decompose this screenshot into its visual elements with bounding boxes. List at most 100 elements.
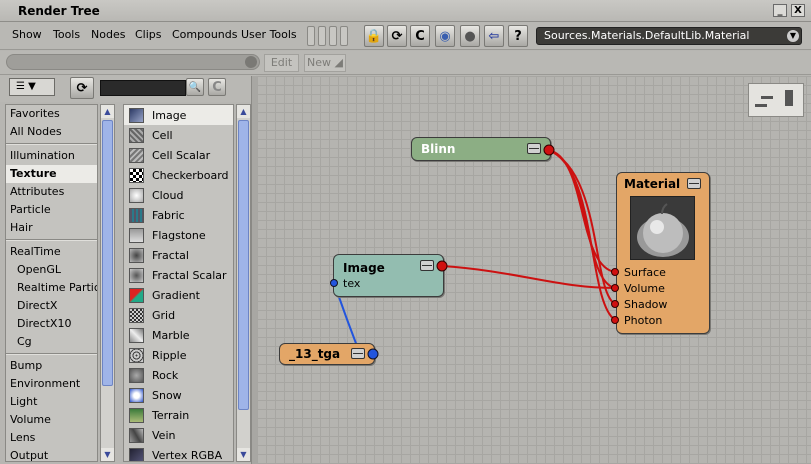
category-scrollbar[interactable]: ▲ ▼ xyxy=(100,104,115,462)
list-item[interactable]: Fractal xyxy=(124,245,233,265)
list-item[interactable]: Fractal Scalar xyxy=(124,265,233,285)
navigation-overview[interactable] xyxy=(748,83,804,117)
clear-icon[interactable]: C xyxy=(208,78,226,96)
category-light[interactable]: Light xyxy=(6,393,97,411)
category-volume[interactable]: Volume xyxy=(6,411,97,429)
search-input[interactable] xyxy=(100,80,186,96)
category-texture[interactable]: Texture xyxy=(6,165,97,183)
list-item[interactable]: Gradient xyxy=(124,285,233,305)
menu-clips[interactable]: Clips xyxy=(135,28,162,41)
category-environment[interactable]: Environment xyxy=(6,375,97,393)
list-item[interactable]: Terrain xyxy=(124,405,233,425)
edit-button[interactable]: Edit xyxy=(264,54,299,72)
view-mode-dropdown[interactable]: ☰ ▼ xyxy=(9,78,55,96)
port-volume[interactable]: Volume xyxy=(624,282,665,295)
category-output[interactable]: Output xyxy=(6,447,97,461)
image-node[interactable]: Image tex xyxy=(333,254,444,297)
category-directx10[interactable]: DirectX10 xyxy=(6,315,97,333)
menu-compounds[interactable]: Compounds xyxy=(172,28,238,41)
node-options-icon[interactable] xyxy=(687,178,701,189)
scroll-down-icon[interactable]: ▼ xyxy=(101,448,114,461)
refresh-icon[interactable]: ⟳ xyxy=(387,25,407,47)
sphere-icon[interactable]: ● xyxy=(460,25,480,47)
list-item[interactable]: Rock xyxy=(124,365,233,385)
list-item[interactable]: Flagstone xyxy=(124,225,233,245)
port-shadow[interactable]: Shadow xyxy=(624,298,667,311)
search-icon[interactable]: 🔍 xyxy=(186,78,204,96)
port-photon[interactable]: Photon xyxy=(624,314,662,327)
connection-blinn-photon[interactable] xyxy=(547,149,616,321)
close-button[interactable]: X xyxy=(791,4,805,17)
clip-output-port[interactable] xyxy=(367,348,379,360)
back-arrow-icon[interactable]: ⇦ xyxy=(484,25,504,47)
chevron-down-icon[interactable] xyxy=(245,56,257,68)
image-output-port[interactable] xyxy=(436,260,448,272)
list-item[interactable]: Cell Scalar xyxy=(124,145,233,165)
menu-user-tools[interactable]: User Tools xyxy=(241,28,297,41)
minimize-button[interactable]: _ xyxy=(773,4,787,17)
help-icon[interactable]: ? xyxy=(508,25,528,47)
new-button[interactable]: New ◢ xyxy=(304,54,346,72)
category-illumination[interactable]: Illumination xyxy=(6,147,97,165)
node-list: Image Cell Cell Scalar Checkerboard Clou… xyxy=(123,104,234,462)
node-selector[interactable] xyxy=(6,54,260,70)
list-item[interactable]: Vein xyxy=(124,425,233,445)
node-options-icon[interactable] xyxy=(351,348,365,359)
menu-nodes[interactable]: Nodes xyxy=(91,28,125,41)
list-item[interactable]: Vertex RGBA xyxy=(124,445,233,461)
path-selector[interactable]: Sources.Materials.DefaultLib.Material ▼ xyxy=(536,27,802,45)
list-item[interactable]: Marble xyxy=(124,325,233,345)
list-item[interactable]: Checkerboard xyxy=(124,165,233,185)
category-hair[interactable]: Hair xyxy=(6,219,97,237)
category-all-nodes[interactable]: All Nodes xyxy=(6,123,97,141)
connection-image-volume[interactable] xyxy=(441,265,616,289)
scroll-up-icon[interactable]: ▲ xyxy=(237,105,250,118)
render-tree-canvas[interactable]: Blinn Image tex _13_tga Material Surface… xyxy=(257,76,811,464)
list-item[interactable]: Snow xyxy=(124,385,233,405)
port-tex[interactable]: tex xyxy=(343,277,360,290)
list-item[interactable]: Image xyxy=(124,105,233,125)
category-favorites[interactable]: Favorites xyxy=(6,105,97,123)
category-directx[interactable]: DirectX xyxy=(6,297,97,315)
node-title: Material xyxy=(624,177,681,191)
category-lens[interactable]: Lens xyxy=(6,429,97,447)
image-icon xyxy=(129,107,144,123)
list-item[interactable]: Cloud xyxy=(124,185,233,205)
category-realtime-particle[interactable]: Realtime Particle xyxy=(6,279,97,297)
chevron-down-icon[interactable]: ▼ xyxy=(787,30,799,42)
list-item[interactable]: Ripple xyxy=(124,345,233,365)
grid-icon xyxy=(129,307,144,323)
c-icon[interactable]: C xyxy=(410,25,430,47)
scroll-up-icon[interactable]: ▲ xyxy=(101,105,114,118)
node-options-icon[interactable] xyxy=(420,260,434,271)
blinn-node[interactable]: Blinn xyxy=(411,137,551,161)
category-particle[interactable]: Particle xyxy=(6,201,97,219)
category-cg[interactable]: Cg xyxy=(6,333,97,351)
node-options-icon[interactable] xyxy=(527,143,541,154)
connection-blinn-surface[interactable] xyxy=(547,149,616,273)
node-scrollbar[interactable]: ▲ ▼ xyxy=(236,104,251,462)
list-item[interactable]: Grid xyxy=(124,305,233,325)
category-realtime[interactable]: RealTime xyxy=(6,243,97,261)
image-tex-input-port[interactable] xyxy=(329,278,339,288)
toolbar-grip[interactable] xyxy=(307,26,355,46)
menu-show[interactable]: Show xyxy=(12,28,42,41)
node-title: Image xyxy=(343,261,385,275)
blinn-output-port[interactable] xyxy=(543,144,555,156)
list-item[interactable]: Cell xyxy=(124,125,233,145)
fractal-icon xyxy=(129,247,144,263)
scroll-down-icon[interactable]: ▼ xyxy=(237,448,250,461)
category-attributes[interactable]: Attributes xyxy=(6,183,97,201)
lock-icon[interactable]: 🔒 xyxy=(364,25,384,47)
menu-tools[interactable]: Tools xyxy=(53,28,80,41)
scroll-thumb[interactable] xyxy=(102,120,113,386)
globe-icon[interactable]: ◉ xyxy=(435,25,455,47)
scroll-thumb[interactable] xyxy=(238,120,249,410)
refresh-icon[interactable]: ⟳ xyxy=(70,77,94,99)
material-node[interactable]: Material Surface Volume Shadow Photon xyxy=(616,172,710,334)
list-item[interactable]: Fabric xyxy=(124,205,233,225)
category-opengl[interactable]: OpenGL xyxy=(6,261,97,279)
clip-node[interactable]: _13_tga xyxy=(279,343,375,365)
port-surface[interactable]: Surface xyxy=(624,266,666,279)
category-bump[interactable]: Bump xyxy=(6,357,97,375)
